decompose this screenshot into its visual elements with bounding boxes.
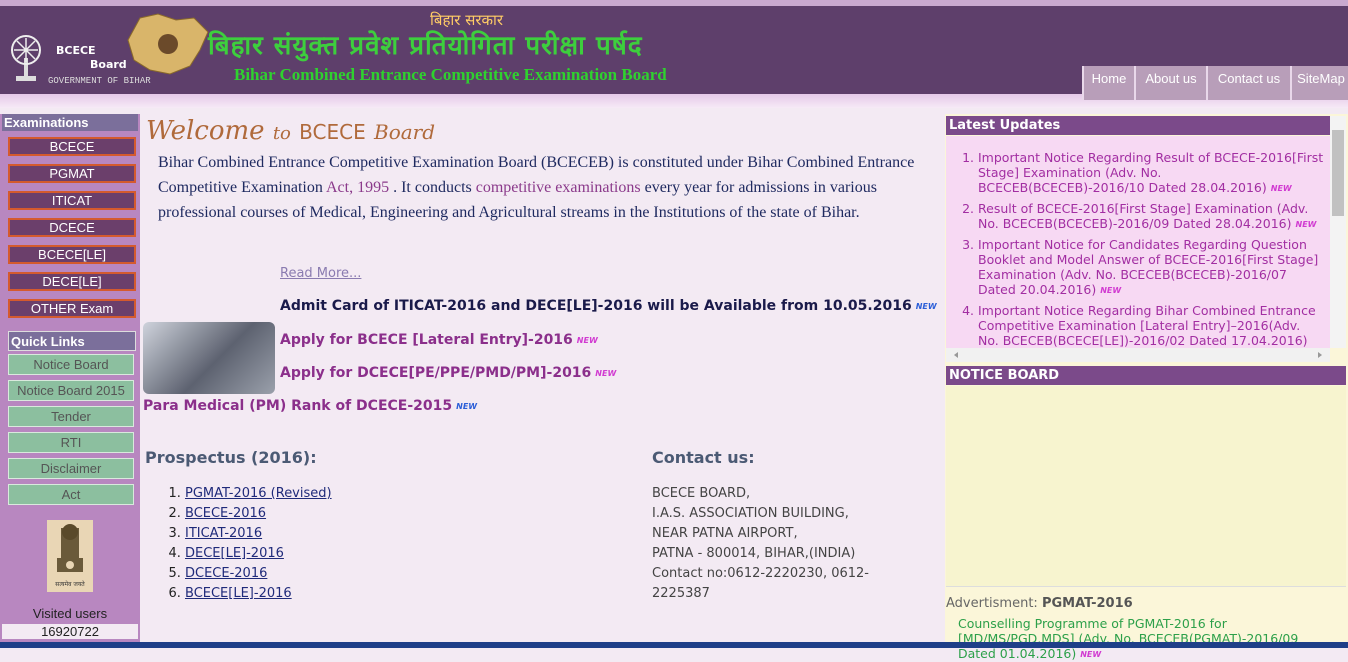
list-item[interactable]: Result of BCECE-2016[First Stage] Examin…: [978, 201, 1324, 232]
svg-text:सत्यमेव जयते: सत्यमेव जयते: [55, 580, 85, 588]
para-medical-rank-link[interactable]: Para Medical (PM) Rank of DCECE-2015 NEW: [143, 398, 477, 414]
apply-dcece-link[interactable]: Apply for DCECE[PE/PPE/PMD/PM]-2016 NEW: [280, 365, 616, 381]
national-emblem-icon: सत्यमेव जयते: [47, 520, 93, 592]
horizontal-scrollbar[interactable]: [946, 348, 1330, 362]
prospectus-link-iticat[interactable]: ITICAT-2016: [185, 526, 262, 541]
quicklink-notice-board[interactable]: Notice Board: [8, 354, 134, 375]
quicklink-rti[interactable]: RTI: [8, 432, 134, 453]
quicklink-act[interactable]: Act: [8, 484, 134, 505]
welcome-heading: Welcome to BCECE Board: [146, 116, 436, 146]
examinations-heading: Examinations: [2, 114, 138, 131]
sidebar-item-other-exam[interactable]: OTHER Exam: [8, 299, 136, 318]
tab-contact-us[interactable]: Contact us: [1206, 66, 1290, 100]
new-badge-icon: NEW: [1270, 184, 1292, 193]
list-item: BCECE[LE]-2016: [185, 584, 332, 604]
visited-users-count: 16920722: [2, 624, 138, 639]
contact-line: Contact no:0612-2220230, 0612-: [652, 566, 869, 581]
quicklinks-heading: Quick Links: [8, 331, 136, 351]
latest-updates-box[interactable]: Important Notice Regarding Result of BCE…: [946, 136, 1330, 350]
tab-about-us[interactable]: About us: [1134, 66, 1206, 100]
sidebar-item-bcece-le[interactable]: BCECE[LE]: [8, 245, 136, 264]
taskbar: [0, 642, 1348, 648]
list-item: DCECE-2016: [185, 564, 332, 584]
visited-users-label: Visited users: [32, 606, 108, 621]
sidebar-item-dece-le[interactable]: DECE[LE]: [8, 272, 136, 291]
act-link[interactable]: Act, 1995: [326, 179, 389, 196]
contact-line: NEAR PATNA AIRPORT,: [652, 526, 798, 541]
quicklink-tender[interactable]: Tender: [8, 406, 134, 427]
list-item: ITICAT-2016: [185, 524, 332, 544]
scroll-arrows-icon: [954, 352, 1322, 358]
contact-heading: Contact us:: [652, 448, 755, 467]
list-item: DECE[LE]-2016: [185, 544, 332, 564]
prospectus-link-pgmat[interactable]: PGMAT-2016 (Revised): [185, 486, 332, 501]
prospectus-list: PGMAT-2016 (Revised) BCECE-2016 ITICAT-2…: [166, 484, 332, 604]
contact-line: PATNA - 800014, BIHAR,(INDIA): [652, 546, 856, 561]
new-badge-icon: NEW: [1080, 650, 1102, 659]
tab-sitemap[interactable]: SiteMap: [1290, 66, 1348, 100]
intro-paragraph: Bihar Combined Entrance Competitive Exam…: [158, 154, 915, 221]
advertisment-link[interactable]: Counselling Programme of PGMAT-2016 for …: [958, 616, 1338, 662]
latest-updates-heading: Latest Updates: [946, 116, 1330, 135]
advertisment-label: Advertisment: PGMAT-2016: [946, 596, 1133, 611]
hindi-title: बिहार संयुक्त प्रवेश प्रतियोगिता परीक्षा…: [208, 31, 643, 61]
apply-bcece-le-link[interactable]: Apply for BCECE [Lateral Entry]-2016 NEW: [280, 332, 598, 348]
prospectus-link-bcece-le[interactable]: BCECE[LE]-2016: [185, 586, 292, 601]
contact-address: BCECE BOARD, I.A.S. ASSOCIATION BUILDING…: [652, 484, 892, 604]
contact-line: I.A.S. ASSOCIATION BUILDING,: [652, 506, 849, 521]
tab-home[interactable]: Home: [1082, 66, 1134, 100]
new-badge-icon: NEW: [1100, 286, 1122, 295]
students-exam-photo: [143, 322, 275, 394]
list-item[interactable]: Important Notice for Candidates Regardin…: [978, 237, 1324, 298]
bihar-map-icon: [127, 13, 209, 75]
notice-board-body: [946, 386, 1346, 587]
prospectus-link-dcece[interactable]: DCECE-2016: [185, 566, 267, 581]
sidebar-item-bcece[interactable]: BCECE: [8, 137, 136, 156]
list-item[interactable]: Important Notice Regarding Bihar Combine…: [978, 303, 1324, 350]
new-badge-icon: NEW: [576, 335, 598, 345]
ashoka-emblem-icon: सत्यमेव जयते: [55, 524, 85, 588]
english-title: Bihar Combined Entrance Competitive Exam…: [234, 65, 667, 84]
sidebar-item-pgmat[interactable]: PGMAT: [8, 164, 136, 183]
admit-card-notice[interactable]: Admit Card of ITICAT-2016 and DECE[LE]-2…: [280, 298, 937, 314]
read-more-link[interactable]: Read More...: [280, 266, 361, 281]
list-item: BCECE-2016: [185, 504, 332, 524]
notice-board-heading: NOTICE BOARD: [946, 366, 1346, 385]
latest-updates-list: Important Notice Regarding Result of BCE…: [946, 136, 1330, 350]
prospectus-link-bcece[interactable]: BCECE-2016: [185, 506, 266, 521]
competitive-exams-link[interactable]: competitive examinations: [476, 179, 641, 196]
prospectus-heading: Prospectus (2016):: [145, 448, 317, 467]
prospectus-link-dece-le[interactable]: DECE[LE]-2016: [185, 546, 284, 561]
sidebar-item-dcece[interactable]: DCECE: [8, 218, 136, 237]
quicklink-disclaimer[interactable]: Disclaimer: [8, 458, 134, 479]
sidebar-item-iticat[interactable]: ITICAT: [8, 191, 136, 210]
quicklink-notice-board-2015[interactable]: Notice Board 2015: [8, 380, 134, 401]
new-badge-icon: NEW: [1295, 220, 1317, 229]
list-item: PGMAT-2016 (Revised): [185, 484, 332, 504]
contact-line: 2225387: [652, 586, 710, 601]
logo-text: BCECE Board: [56, 44, 127, 71]
board-tree-logo-icon: [11, 35, 41, 81]
list-item[interactable]: Important Notice Regarding Result of BCE…: [978, 150, 1324, 196]
new-badge-icon: NEW: [915, 301, 937, 311]
contact-line: BCECE BOARD,: [652, 486, 751, 501]
new-badge-icon: NEW: [595, 368, 617, 378]
scrollbar-thumb[interactable]: [1332, 130, 1344, 216]
new-badge-icon: NEW: [456, 401, 478, 411]
